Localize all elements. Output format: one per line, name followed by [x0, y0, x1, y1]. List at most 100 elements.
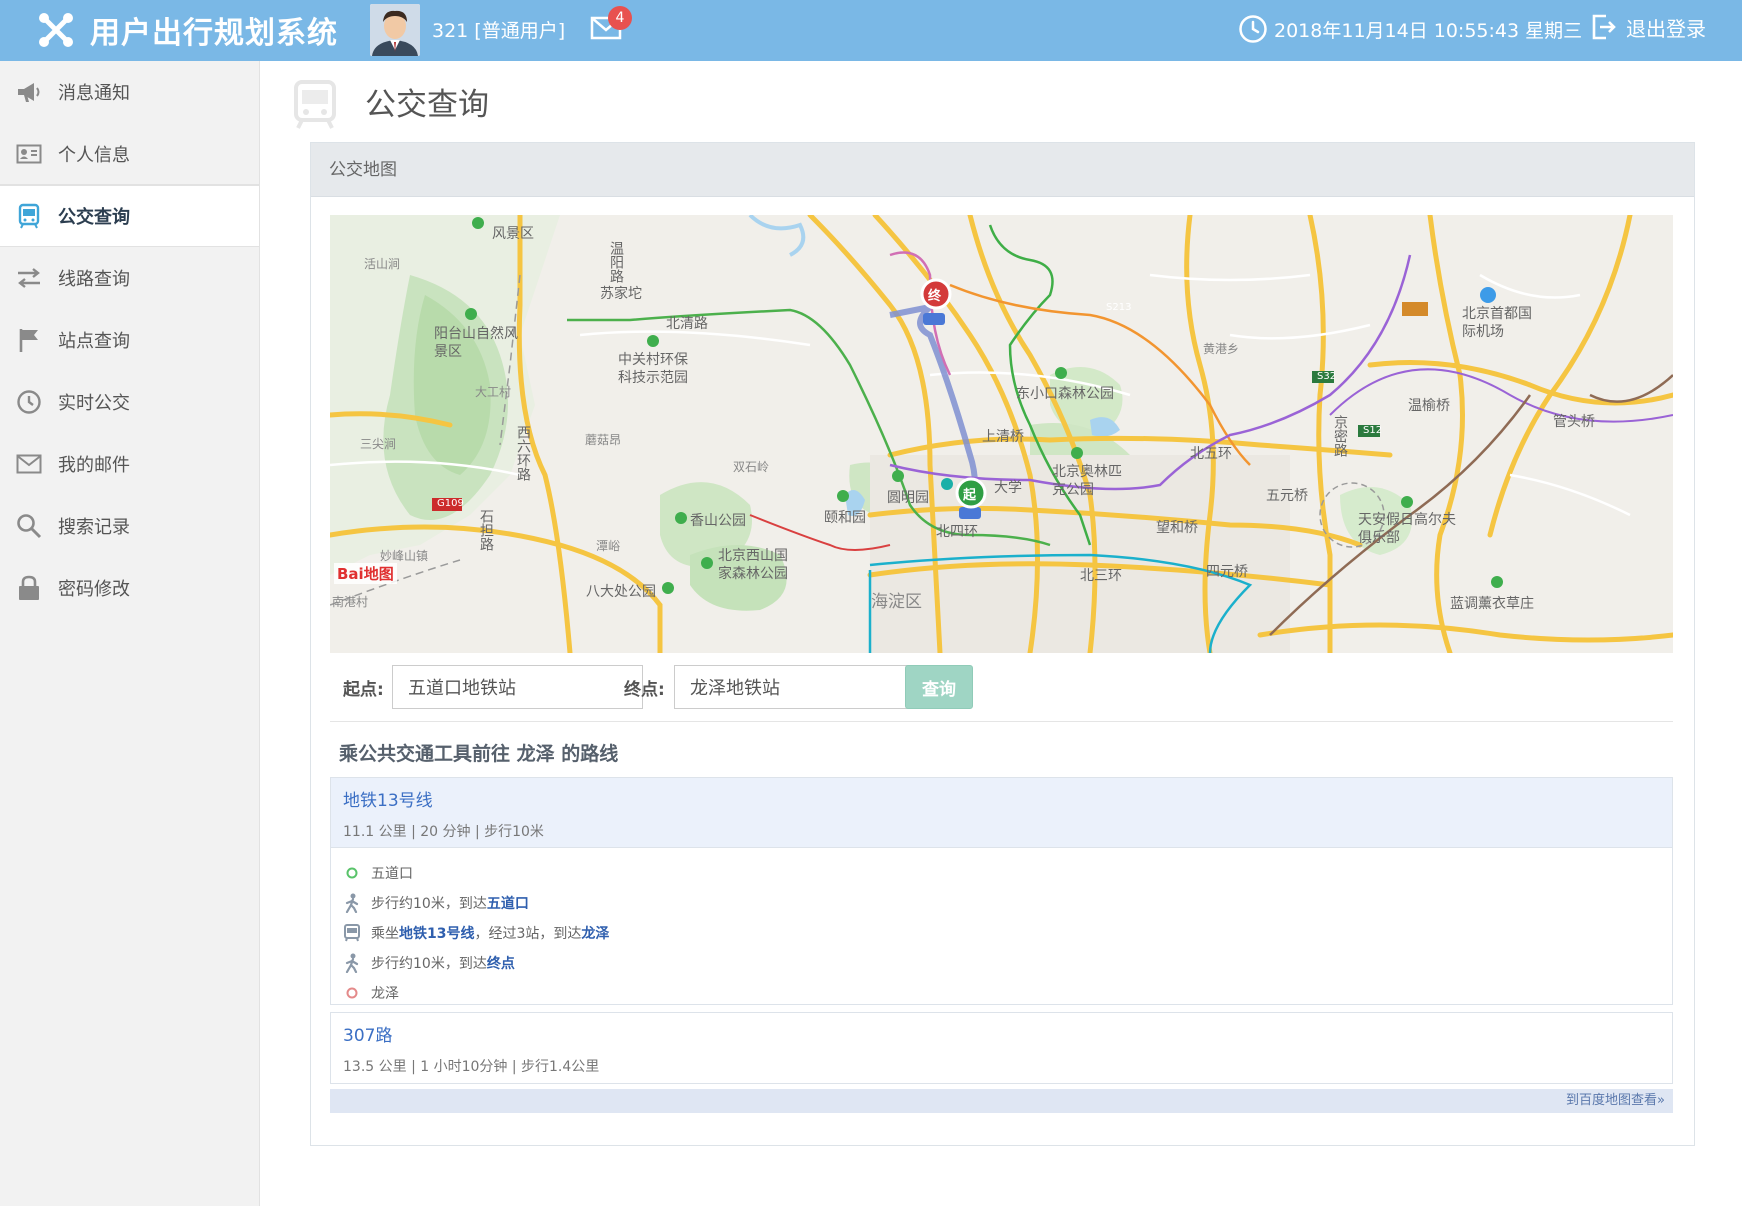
logout-button[interactable]: 退出登录 — [1590, 12, 1706, 42]
map-label: 管头桥 — [1553, 414, 1595, 430]
map-label: 双石岭 — [733, 460, 770, 474]
map-label: 温榆桥 — [1408, 398, 1450, 414]
route-step: 乘坐地铁13号线，经过3站，到达龙泽 — [339, 918, 1672, 948]
map-label: 天安假日高尔夫俱乐部 — [1358, 512, 1456, 546]
logout-label: 退出登录 — [1626, 16, 1706, 41]
map-label: 北京西山国家森林公园 — [718, 548, 788, 582]
step-text: 步行约10米，到达五道口 — [371, 896, 529, 912]
route-search-form: 起点: 终点: 查询 — [343, 665, 1673, 709]
map-label: 京密路 — [1332, 415, 1348, 457]
map-label: 温阳路 — [608, 241, 624, 283]
search-icon — [14, 511, 44, 541]
step-text: 五道口 — [371, 866, 413, 882]
sidebar-item-label: 站点查询 — [58, 331, 130, 352]
sidebar-item-realtime-bus[interactable]: 实时公交 — [0, 371, 259, 433]
map-label: 阳台山自然风景区 — [434, 326, 518, 360]
sidebar-item-label: 密码修改 — [58, 579, 130, 600]
start-input[interactable] — [392, 665, 643, 709]
map-label: 大学 — [994, 480, 1022, 496]
clock-icon — [14, 387, 44, 417]
end-input[interactable] — [674, 665, 925, 709]
map-label: 海淀区 — [871, 592, 922, 612]
id-card-icon — [14, 139, 44, 169]
map-label: 蘑菇昂 — [585, 433, 622, 447]
sidebar-item-bus-query[interactable]: 公交查询 — [0, 185, 259, 247]
sidebar-item-search-history[interactable]: 搜索记录 — [0, 495, 259, 557]
map-label: 三尖涧 — [360, 437, 397, 451]
end-label: 终点: — [624, 680, 665, 700]
panel-title: 公交地图 — [311, 143, 1694, 197]
map-label: 香山公园 — [690, 513, 746, 529]
map-label: 北京首都国际机场 — [1462, 306, 1532, 340]
sidebar-item-change-password[interactable]: 密码修改 — [0, 557, 259, 619]
map-label: 北京奥林匹克公园 — [1052, 464, 1122, 498]
map-label: 四元桥 — [1206, 564, 1248, 580]
sidebar-item-my-mail[interactable]: 我的邮件 — [0, 433, 259, 495]
view-on-baidu-link[interactable]: 到百度地图查看» — [1566, 1093, 1665, 1108]
route-name[interactable]: 地铁13号线 — [343, 786, 1660, 811]
map-label: 妙峰山镇 — [380, 549, 429, 563]
mail-count-badge: 4 — [608, 6, 632, 30]
map-label: 南港村 — [332, 595, 369, 609]
map-label: 望和桥 — [1156, 520, 1198, 536]
route-step: 龙泽 — [339, 978, 1672, 1008]
flag-icon — [14, 325, 44, 355]
sidebar-item-label: 线路查询 — [58, 269, 130, 290]
route-option[interactable]: 307路 13.5 公里 | 1 小时10分钟 | 步行1.4公里 — [330, 1012, 1673, 1084]
start-point-icon — [339, 867, 365, 879]
route-header[interactable]: 地铁13号线 11.1 公里 | 20 分钟 | 步行10米 — [331, 778, 1672, 848]
results-heading: 乘公共交通工具前往 龙泽 的路线 — [339, 743, 619, 765]
route-step: 步行约10米，到达五道口 — [339, 888, 1672, 918]
highway-shield: S32 — [1317, 371, 1337, 382]
sidebar-item-label: 我的邮件 — [58, 455, 130, 476]
map-label: 苏家坨 — [600, 286, 642, 302]
map-label: 圆明园 — [887, 490, 929, 506]
app-logo-icon — [39, 13, 73, 47]
bus-map[interactable]: 风景区 活山涧 温阳路 苏家坨 北清路 阳台山自然风景区 中关村环保科技示范园 … — [330, 215, 1673, 653]
top-bar: 用户出行规划系统 321 [普通用户] 4 2018年11月14日 10:55:… — [0, 0, 1742, 61]
highway-shield: S12 — [1363, 425, 1383, 436]
sidebar-item-label: 公交查询 — [58, 207, 130, 228]
map-label: 北五环 — [1190, 446, 1232, 462]
map-label: 东小口森林公园 — [1016, 386, 1114, 402]
avatar[interactable] — [370, 4, 420, 56]
map-label: 石担路 — [478, 509, 494, 551]
map-label: 风景区 — [492, 226, 534, 242]
end-point-icon — [339, 987, 365, 999]
sidebar-item-label: 个人信息 — [58, 144, 130, 166]
baidu-map-logo: Bai地图 — [334, 563, 397, 584]
route-name[interactable]: 307路 — [343, 1021, 1660, 1046]
map-label: 中关村环保科技示范园 — [618, 352, 688, 386]
route-steps: 五道口 步行约10米，到达五道口 乘坐地铁13号线，经过3站，到达龙泽 步行约1… — [331, 848, 1672, 1008]
bus-map-panel: 公交地图 风景区 活山涧 温阳路 苏家坨 北清路 阳台山自然风景区 中关村环保科… — [310, 142, 1695, 1146]
clock-icon — [1239, 15, 1267, 43]
datetime-display: 2018年11月14日 10:55:43 星期三 — [1274, 20, 1583, 42]
bus-icon — [294, 80, 336, 129]
megaphone-icon — [14, 77, 44, 107]
route-meta: 13.5 公里 | 1 小时10分钟 | 步行1.4公里 — [343, 1059, 600, 1075]
divider — [330, 721, 1673, 722]
map-label: 上清桥 — [982, 429, 1024, 445]
step-text: 龙泽 — [371, 986, 399, 1002]
sidebar-item-notifications[interactable]: 消息通知 — [0, 61, 259, 123]
sidebar-item-line-query[interactable]: 线路查询 — [0, 247, 259, 309]
map-label: 八大处公园 — [586, 584, 656, 600]
sidebar-item-station-query[interactable]: 站点查询 — [0, 309, 259, 371]
sidebar-item-profile[interactable]: 个人信息 — [0, 123, 259, 185]
step-text: 步行约10米，到达终点 — [371, 956, 515, 972]
map-label: 西六环路 — [515, 425, 531, 481]
highway-shield: G109 — [437, 498, 464, 509]
sidebar-item-label: 消息通知 — [58, 83, 130, 104]
map-label: 大工村 — [475, 385, 512, 399]
query-button[interactable]: 查询 — [905, 665, 973, 709]
brand: 用户出行规划系统 — [36, 6, 338, 54]
map-label: 黄港乡 — [1203, 342, 1240, 356]
app-title: 用户出行规划系统 — [90, 16, 338, 51]
route-option[interactable]: 地铁13号线 11.1 公里 | 20 分钟 | 步行10米 五道口 步行约10… — [330, 777, 1673, 1005]
baidu-map-link-bar: 到百度地图查看» — [330, 1089, 1673, 1113]
route-meta: 11.1 公里 | 20 分钟 | 步行10米 — [343, 824, 544, 840]
highway-shield: S213 — [1106, 302, 1132, 313]
user-label[interactable]: 321 [普通用户] — [432, 16, 565, 43]
end-marker-label: 终 — [928, 289, 942, 304]
envelope-icon — [14, 449, 44, 479]
